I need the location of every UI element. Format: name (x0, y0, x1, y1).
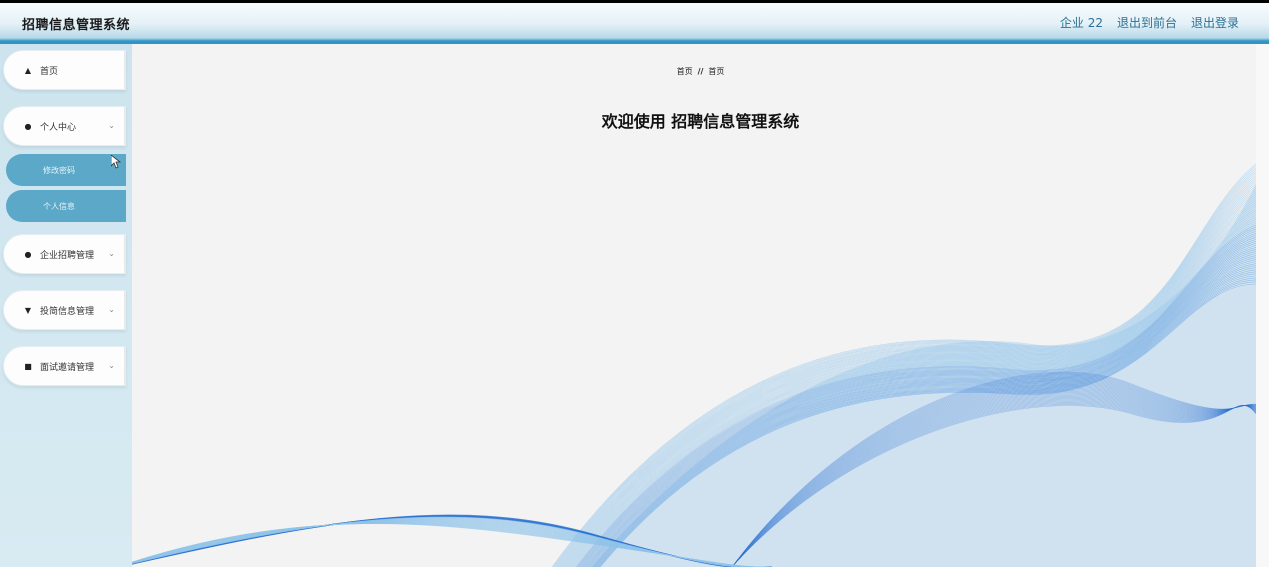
sidebar-subitem-personal-info[interactable]: 个人信息 (6, 190, 126, 222)
chevron-down-icon: ⌄ (108, 121, 115, 130)
sidebar-subitem-label: 个人信息 (43, 201, 75, 211)
top-header: 招聘信息管理系统 企业 22 退出到前台 退出登录 (0, 0, 1269, 44)
sidebar-item-label: 首页 (40, 66, 59, 77)
header-actions: 企业 22 退出到前台 退出登录 (1060, 14, 1239, 31)
mouse-cursor-icon (111, 155, 121, 169)
logout-link[interactable]: 退出登录 (1191, 14, 1239, 31)
breadcrumb-separator: // (697, 67, 704, 76)
app-title: 招聘信息管理系统 (22, 18, 131, 33)
sidebar-item-resume[interactable]: ▼ 投简信息管理 ⌄ (3, 290, 126, 330)
sidebar-item-label: 投简信息管理 (40, 306, 95, 317)
breadcrumb: 首页 // 首页 (132, 66, 1256, 77)
back-to-front-link[interactable]: 退出到前台 (1117, 14, 1177, 31)
sidebar-item-interview[interactable]: ■ 面试邀请管理 ⌄ (3, 346, 126, 386)
sidebar-item-label: 个人中心 (40, 122, 77, 133)
ticket-icon: ■ (24, 361, 32, 371)
breadcrumb-home[interactable]: 首页 (677, 67, 693, 76)
welcome-title: 欢迎使用 招聘信息管理系统 (601, 112, 800, 131)
home-icon: ▲ (24, 65, 32, 75)
sidebar-item-personal-center[interactable]: ● 个人中心 ⌄ (3, 106, 126, 146)
chevron-down-icon: ⌄ (108, 305, 115, 314)
main-content: 首页 // 首页 欢迎使用 招聘信息管理系统 (132, 44, 1256, 567)
sidebar-subitem-label: 修改密码 (43, 165, 75, 175)
sidebar-item-home[interactable]: ▲ 首页 (3, 50, 126, 90)
sidebar-item-recruitment[interactable]: ● 企业招聘管理 ⌄ (3, 234, 126, 274)
user-icon: ● (24, 121, 32, 131)
current-user: 企业 22 (1059, 16, 1103, 30)
pin-icon: ▼ (24, 305, 32, 315)
breadcrumb-current: 首页 (708, 67, 725, 76)
sidebar-item-label: 面试邀请管理 (40, 362, 95, 373)
sidebar-item-label: 企业招聘管理 (40, 250, 95, 261)
scrollbar-track[interactable] (1256, 44, 1269, 567)
sidebar-subitem-change-password[interactable]: 修改密码 (6, 154, 126, 186)
chevron-down-icon: ⌄ (108, 361, 115, 370)
sidebar: ▲ 首页 ● 个人中心 ⌄ 修改密码 个人信息 ● 企业招聘管理 ⌄ ▼ 投简信… (0, 44, 132, 567)
chevron-down-icon: ⌄ (108, 249, 115, 258)
user-icon: ● (24, 249, 32, 259)
